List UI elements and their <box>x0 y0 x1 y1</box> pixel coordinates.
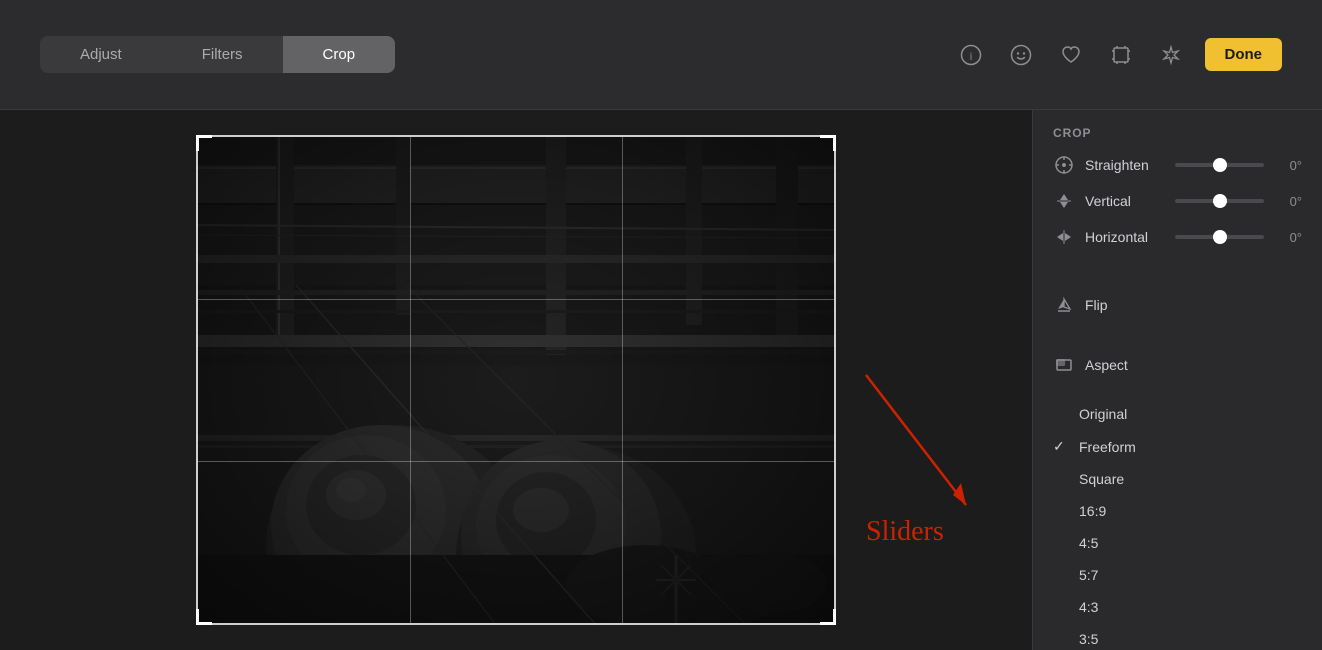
heart-icon-button[interactable] <box>1055 39 1087 71</box>
aspect-row: Aspect <box>1053 354 1302 376</box>
freeform-label: Freeform <box>1073 439 1136 455</box>
vertical-icon <box>1053 190 1075 212</box>
flip-icon <box>1053 294 1075 316</box>
magic-icon-button[interactable] <box>1155 39 1187 71</box>
vertical-slider-row: Vertical 0° <box>1053 190 1302 212</box>
aspect-option-4x5[interactable]: 4:5 <box>1053 527 1302 559</box>
aspect-icon <box>1053 354 1075 376</box>
aspect-label: Aspect <box>1085 357 1128 373</box>
right-panel: CROP Straighten <box>1032 110 1322 650</box>
info-icon-button[interactable]: i <box>955 39 987 71</box>
vertical-track[interactable] <box>1175 199 1264 203</box>
flip-row: Flip <box>1053 294 1302 316</box>
horizontal-thumb[interactable] <box>1213 230 1227 244</box>
section-title: CROP <box>1053 126 1302 140</box>
flip-label: Flip <box>1085 297 1108 313</box>
svg-text:i: i <box>969 50 972 62</box>
aspect-section: Aspect <box>1033 338 1322 398</box>
toolbar-actions: i <box>955 38 1283 71</box>
aspect-option-square[interactable]: Square <box>1053 463 1302 495</box>
crop-section: CROP Straighten <box>1033 110 1322 278</box>
3x5-label: 3:5 <box>1073 631 1098 647</box>
emoji-icon-button[interactable] <box>1005 39 1037 71</box>
16x9-label: 16:9 <box>1073 503 1106 519</box>
toolbar: Adjust Filters Crop i <box>0 0 1322 110</box>
crop-frame-icon-button[interactable] <box>1105 39 1137 71</box>
aspect-option-original[interactable]: Original <box>1053 398 1302 430</box>
photo-container <box>196 135 836 625</box>
flip-section: Flip <box>1033 278 1322 338</box>
straighten-value: 0° <box>1274 158 1302 173</box>
freeform-check: ✓ <box>1053 438 1073 455</box>
aspect-option-4x3[interactable]: 4:3 <box>1053 591 1302 623</box>
straighten-icon <box>1053 154 1075 176</box>
horizontal-value: 0° <box>1274 230 1302 245</box>
aspect-option-16x9[interactable]: 16:9 <box>1053 495 1302 527</box>
aspect-options-list: Original ✓ Freeform Square 16:9 4:5 5:7 <box>1033 398 1322 650</box>
aspect-option-5x7[interactable]: 5:7 <box>1053 559 1302 591</box>
original-label: Original <box>1073 406 1127 422</box>
photo-area: Sliders <box>0 110 1032 650</box>
tab-filters[interactable]: Filters <box>162 36 283 73</box>
horizontal-track[interactable] <box>1175 235 1264 239</box>
vertical-value: 0° <box>1274 194 1302 209</box>
vertical-label: Vertical <box>1085 193 1165 209</box>
straighten-label: Straighten <box>1085 157 1165 173</box>
straighten-track[interactable] <box>1175 163 1264 167</box>
tab-group: Adjust Filters Crop <box>40 36 395 73</box>
vertical-thumb[interactable] <box>1213 194 1227 208</box>
4x3-label: 4:3 <box>1073 599 1098 615</box>
aspect-option-freeform[interactable]: ✓ Freeform <box>1053 430 1302 463</box>
aspect-option-3x5[interactable]: 3:5 <box>1053 623 1302 650</box>
horizontal-slider-row: Horizontal 0° <box>1053 226 1302 248</box>
straighten-thumb[interactable] <box>1213 158 1227 172</box>
main-area: Sliders CROP <box>0 110 1322 650</box>
tab-crop[interactable]: Crop <box>283 36 396 73</box>
straighten-slider-row: Straighten 0° <box>1053 154 1302 176</box>
square-label: Square <box>1073 471 1124 487</box>
horizontal-icon <box>1053 226 1075 248</box>
4x5-label: 4:5 <box>1073 535 1098 551</box>
done-button[interactable]: Done <box>1205 38 1283 71</box>
tab-adjust[interactable]: Adjust <box>40 36 162 73</box>
horizontal-label: Horizontal <box>1085 229 1165 245</box>
5x7-label: 5:7 <box>1073 567 1098 583</box>
svg-text:Sliders: Sliders <box>866 516 944 547</box>
